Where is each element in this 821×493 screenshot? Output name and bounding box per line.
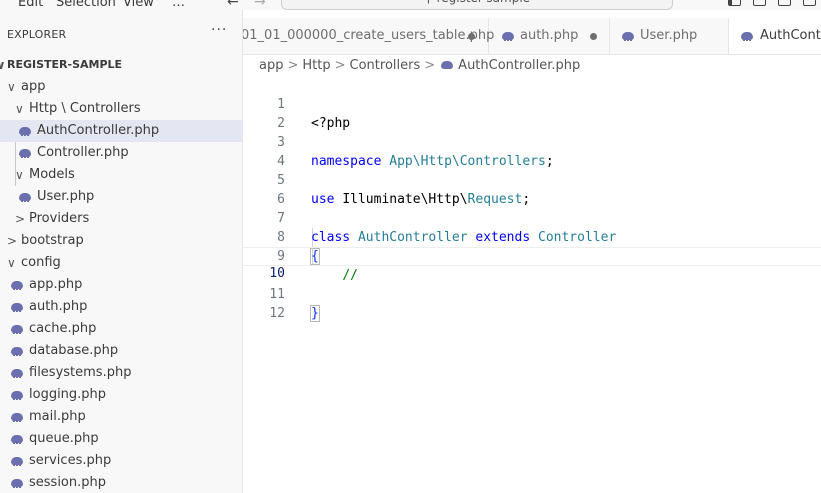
breadcrumb-http[interactable]: Http [302,58,330,73]
chevron-right-icon: > [424,58,436,73]
tree-file-config-mail[interactable]: mail.php [0,406,242,428]
tree-folder-config[interactable]: ∨ config [0,252,242,274]
code-line: 4 [243,133,821,169]
php-file-icon [11,281,23,290]
more-actions-icon[interactable]: ··· [211,22,227,38]
code-line: 6 [243,171,821,207]
php-file-icon [11,303,23,312]
chevron-right-icon: > [15,212,26,226]
php-file-icon [741,32,753,41]
code-line-current: 10 [243,247,821,281]
menu-more[interactable]: … [172,0,185,10]
menu-edit[interactable]: Edit [18,0,43,10]
chevron-right-icon: > [334,58,346,73]
tree-folder-http-controllers[interactable]: ∨ Http \ Controllers [0,98,242,120]
title-bar: Edit Selection View … ← → ⚲ register-sam… [0,0,821,10]
tree-file-controller[interactable]: Controller.php [0,142,242,164]
tab-create-users-table[interactable]: 01_01_000000_create_users_table.php [243,18,494,54]
tree-file-user[interactable]: User.php [0,186,242,208]
customize-layout-icon[interactable] [803,0,816,6]
toggle-secondary-sidebar-icon[interactable] [778,0,791,6]
tree-folder-providers[interactable]: > Providers [0,208,242,230]
tab-authcontroller[interactable]: AuthController [729,18,821,54]
code-line: 8 { [243,209,821,265]
breadcrumb-file[interactable]: AuthController.php [458,58,580,73]
tree-file-config-cache[interactable]: cache.php [0,318,242,340]
php-file-icon [11,369,23,378]
chevron-right-icon: > [7,234,18,248]
php-file-icon [11,413,23,422]
unsaved-dot-icon[interactable] [468,33,475,40]
back-arrow-icon[interactable]: ← [227,0,239,10]
php-file-icon [11,391,23,400]
forward-arrow-icon[interactable]: → [254,0,266,10]
toggle-primary-sidebar-icon[interactable] [728,0,741,6]
tree-file-config-auth[interactable]: auth.php [0,296,242,318]
code-line: 2 [243,95,821,131]
chevron-right-icon: > [287,58,299,73]
tree-file-authcontroller[interactable]: AuthController.php [0,120,242,142]
tree-file-config-queue[interactable]: queue.php [0,428,242,450]
tree-folder-bootstrap[interactable]: > bootstrap [0,230,242,252]
php-file-icon [11,479,23,488]
code-line: 12 [243,285,821,321]
tree-file-config-session[interactable]: session.php [0,472,242,493]
tree-folder-models[interactable]: ∨ Models [0,164,242,186]
tab-auth-php[interactable]: auth.php [489,18,610,54]
chevron-down-icon: ∨ [15,168,24,182]
code-line: 3 namespace App\Http\Controllers; [243,114,821,169]
tree-file-config-database[interactable]: database.php [0,340,242,362]
code-line: 1 <?php [243,76,821,131]
code-line: 9 // [243,228,821,283]
code-line: 7 class AuthController extends Controlle… [243,190,821,245]
php-file-icon [19,127,31,136]
breadcrumb-controllers[interactable]: Controllers [350,58,421,73]
tree-file-config-app[interactable]: app.php [0,274,242,296]
explorer-sidebar: EXPLORER ··· ∨ REGISTER-SAMPLE ∨ app ∨ H… [0,10,243,493]
command-center-search[interactable]: ⚲ register-sample [281,0,673,10]
php-file-icon [11,325,23,334]
breadcrumb: app > Http > Controllers > AuthController.php [259,56,580,76]
chevron-down-icon: ∨ [7,80,16,94]
php-file-icon [19,193,31,202]
chevron-down-icon: ∨ [7,256,16,270]
php-file-icon [11,435,23,444]
php-file-icon [502,32,514,41]
unsaved-dot-icon[interactable] [590,33,597,40]
workspace-root[interactable]: ∨ REGISTER-SAMPLE [0,54,242,76]
chevron-down-icon: ∨ [15,102,24,116]
menu-view[interactable]: View [123,0,154,10]
explorer-header: EXPLORER [7,28,67,41]
tree-file-config-services[interactable]: services.php [0,450,242,472]
tree-folder-app[interactable]: ∨ app [0,76,242,98]
php-file-icon [622,32,634,41]
code-editor[interactable]: 1 <?php 2 3 namespace App\Http\Controlle… [243,76,821,493]
breadcrumb-app[interactable]: app [259,58,283,73]
close-brace: } [310,305,320,322]
tree-file-config-filesystems[interactable]: filesystems.php [0,362,242,384]
tree-file-config-logging[interactable]: logging.php [0,384,242,406]
code-line: 5 use Illuminate\Http\Request; [243,152,821,207]
php-file-icon [441,61,454,69]
php-file-icon [19,149,31,158]
tab-user-php[interactable]: User.php [610,18,729,54]
line-number: 12 [269,306,285,321]
toggle-panel-icon[interactable] [753,0,766,6]
code-line: 11 } [243,266,821,322]
editor-tabs: 01_01_000000_create_users_table.php auth… [243,18,821,55]
php-file-icon [11,347,23,356]
menu-selection[interactable]: Selection [56,0,116,10]
chevron-down-icon: ∨ [0,54,6,76]
php-file-icon [11,457,23,466]
search-icon: ⚲ [424,0,437,5]
